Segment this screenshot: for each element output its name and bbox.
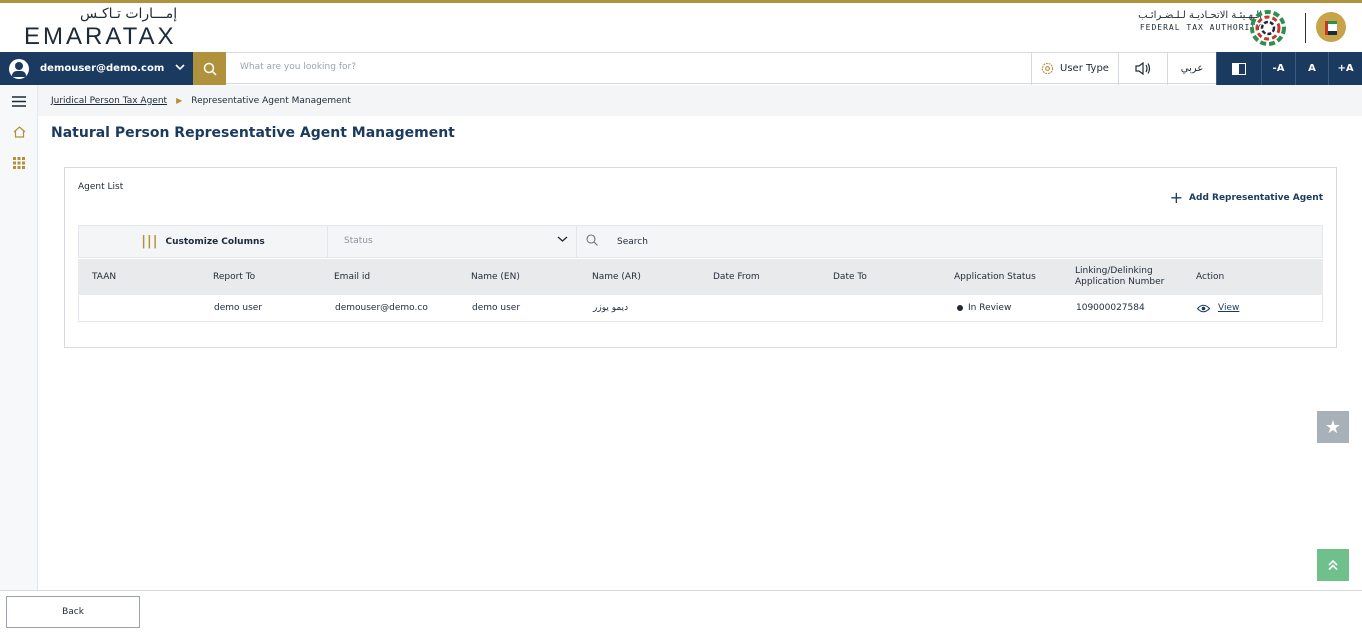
gear-icon (1041, 62, 1054, 75)
search-icon (586, 234, 598, 246)
app-header: إمـــارات تـاكـس EMARATAX الـهـيئـة الات… (0, 3, 1362, 51)
double-chevron-up-icon (1328, 559, 1338, 571)
breadcrumb-link-juridical-agent[interactable]: Juridical Person Tax Agent (51, 96, 167, 106)
global-search-input[interactable]: What are you looking for? (240, 62, 356, 72)
user-type-label: User Type (1060, 63, 1109, 74)
fta-branding: الـهـيئـة الاتحـاديـة لـلـضـرائـب FEDERA… (1138, 10, 1262, 32)
column-header-application-number[interactable]: Linking/Delinking Application Number (1075, 259, 1185, 295)
column-header-application-status[interactable]: Application Status (954, 259, 1036, 295)
search-icon (203, 62, 217, 76)
left-sidebar (0, 85, 38, 590)
column-header-name-ar[interactable]: Name (AR) (592, 259, 641, 295)
column-header-name-en[interactable]: Name (EN) (471, 259, 520, 295)
user-avatar-icon (9, 58, 29, 79)
add-representative-agent-button[interactable]: + Add Representative Agent (1169, 188, 1323, 207)
add-agent-label: Add Representative Agent (1189, 193, 1323, 203)
cell-application-number: 109000027584 (1076, 303, 1145, 313)
sidebar-item-apps[interactable] (0, 151, 38, 175)
back-button[interactable]: Back (6, 596, 140, 628)
cell-report-to: demo user (214, 303, 263, 313)
chevron-down-icon (557, 233, 568, 246)
search-button[interactable] (193, 52, 226, 85)
agent-list-title: Agent List (78, 182, 124, 192)
sidebar-item-home[interactable] (0, 120, 38, 144)
column-header-report-to[interactable]: Report To (213, 259, 255, 295)
page-footer: Back (0, 590, 1362, 632)
language-toggle[interactable]: عربي (1167, 52, 1216, 85)
agent-list-card: Agent List + Add Representative Agent ||… (64, 167, 1337, 348)
status-badge: In Review (968, 303, 1012, 313)
customize-columns-label: Customize Columns (165, 236, 265, 247)
table-search-input[interactable]: Search (577, 226, 1322, 257)
favorite-button[interactable]: ★ (1317, 411, 1349, 443)
table-filter-bar: ||| Customize Columns Status Search (78, 225, 1323, 258)
hamburger-icon (12, 95, 26, 107)
font-decrease-button[interactable]: -A (1261, 52, 1295, 85)
contrast-button[interactable] (1216, 52, 1261, 85)
breadcrumb-arrow-icon: ▶ (176, 96, 183, 105)
plus-icon: + (1169, 188, 1184, 207)
header-divider (1305, 13, 1306, 43)
columns-icon: ||| (141, 234, 159, 249)
breadcrumb: Juridical Person Tax Agent ▶ Representat… (38, 85, 1362, 116)
audio-button[interactable] (1118, 52, 1167, 85)
column-header-email[interactable]: Email id (334, 259, 370, 295)
status-dot-icon (957, 305, 963, 311)
customize-columns-button[interactable]: ||| Customize Columns (79, 226, 328, 257)
status-dropdown[interactable]: Status (328, 226, 577, 257)
cell-application-status: In Review (957, 295, 1011, 321)
column-header-date-to[interactable]: Date To (833, 259, 867, 295)
font-default-button[interactable]: A (1295, 52, 1328, 85)
fta-logo-icon (1250, 10, 1286, 46)
table-row: demo user demouser@demo.co demo user ديم… (78, 295, 1323, 322)
column-header-date-from[interactable]: Date From (713, 259, 760, 295)
contrast-icon (1232, 62, 1246, 75)
menu-toggle[interactable] (0, 89, 38, 113)
fta-name-arabic: الـهـيئـة الاتحـاديـة لـلـضـرائـب (1138, 10, 1262, 21)
home-icon (13, 126, 25, 138)
view-link[interactable]: View (1218, 303, 1239, 313)
eye-icon (1197, 304, 1210, 312)
emaratax-logo-arabic: إمـــارات تـاكـس (80, 6, 178, 22)
top-toolbar: demouser@demo.com What are you looking f… (0, 52, 1362, 85)
speaker-icon (1135, 62, 1151, 75)
font-increase-button[interactable]: +A (1328, 52, 1362, 85)
cell-name-ar: ديمو يوزر (593, 303, 629, 313)
grid-icon (13, 157, 25, 169)
cell-action: View (1197, 295, 1239, 321)
table-header: TAAN Report To Email id Name (EN) Name (… (78, 259, 1323, 295)
uae-emblem-icon (1316, 12, 1346, 42)
star-icon: ★ (1324, 416, 1342, 438)
breadcrumb-current: Representative Agent Management (191, 95, 351, 106)
status-placeholder: Status (344, 236, 373, 246)
fta-name-english: FEDERAL TAX AUTHORITY (1139, 23, 1262, 32)
cell-email: demouser@demo.co (335, 303, 428, 313)
table-search-placeholder: Search (617, 237, 648, 247)
column-header-taan[interactable]: TAAN (92, 259, 116, 295)
page-title: Natural Person Representative Agent Mana… (51, 125, 455, 141)
user-email: demouser@demo.com (40, 63, 165, 74)
user-menu[interactable]: demouser@demo.com (0, 52, 193, 85)
user-type-button[interactable]: User Type (1031, 52, 1118, 85)
cell-name-en: demo user (472, 303, 521, 313)
scroll-to-top-button[interactable] (1317, 549, 1349, 581)
column-header-action: Action (1196, 271, 1225, 282)
chevron-down-icon (175, 63, 185, 74)
emaratax-logo[interactable]: EMARATAX (24, 23, 176, 51)
